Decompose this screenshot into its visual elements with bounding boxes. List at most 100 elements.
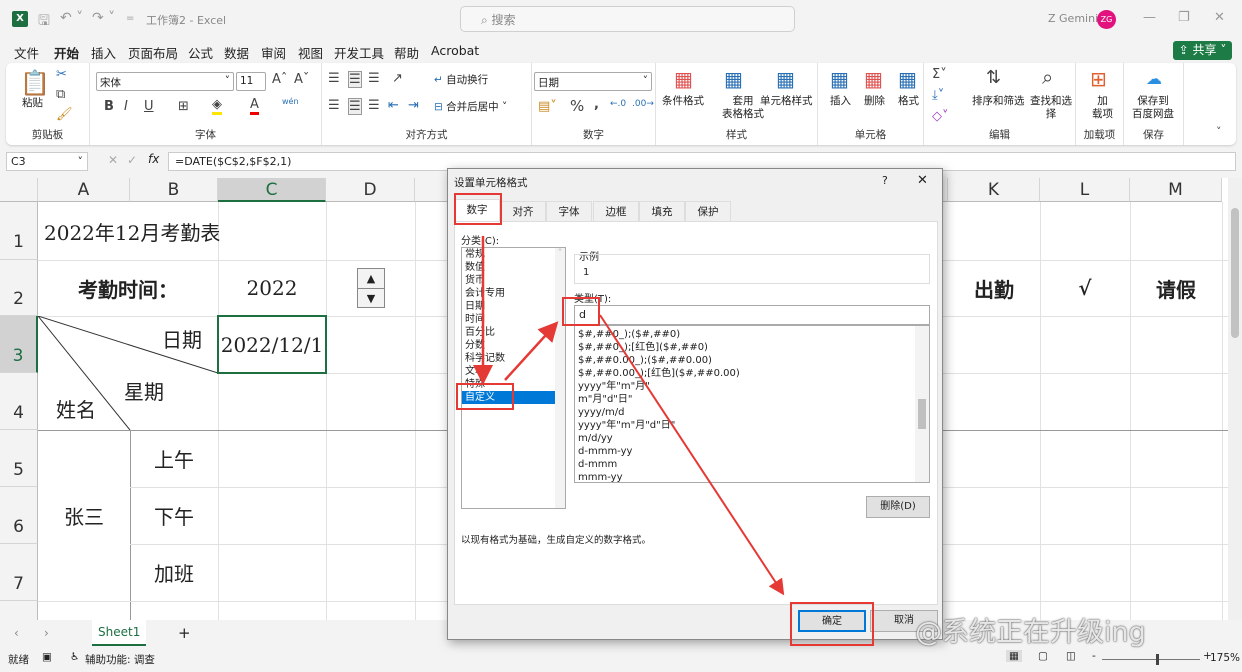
select-all[interactable]	[0, 178, 38, 202]
border-icon[interactable]: ⊞	[178, 99, 189, 114]
cut-icon[interactable]: ✂	[56, 67, 67, 82]
decrease-font-icon[interactable]: Aˇ	[294, 72, 309, 87]
category-list[interactable]: 常规 数值 货币 会计专用 日期 时间 百分比 分数 科学记数 文本 特殊 自定义 ˄	[461, 247, 566, 509]
category-item[interactable]: 特殊	[462, 378, 565, 391]
merge-center-button[interactable]: ⊟ 合并后居中 ˅	[434, 101, 507, 114]
row-header-8[interactable]	[0, 601, 38, 620]
row-header-2[interactable]: 2	[0, 260, 38, 316]
increase-indent-icon[interactable]: ⇥	[408, 98, 419, 113]
fill-color-icon[interactable]: ◈	[212, 97, 222, 115]
category-item[interactable]: 百分比	[462, 326, 565, 339]
clear-icon[interactable]: ◇˅	[932, 109, 949, 124]
cell-l2[interactable]: √	[1040, 260, 1130, 316]
row-header-7[interactable]: 7	[0, 544, 38, 601]
format-item[interactable]: $#,##0.00_);[红色]($#,##0.00)	[575, 367, 929, 380]
spin-down-icon[interactable]: ▼	[358, 289, 384, 308]
cell-b6[interactable]: 下午	[130, 487, 218, 544]
italic-button[interactable]: I	[124, 99, 128, 114]
category-item[interactable]: 文本	[462, 365, 565, 378]
type-input[interactable]: d	[574, 305, 930, 325]
cell-a1-title[interactable]: 2022年12月考勤表	[40, 202, 320, 260]
cell-m2[interactable]: 请假	[1130, 260, 1222, 316]
accounting-format-icon[interactable]: ▤˅	[538, 99, 557, 114]
row-header-3[interactable]: 3	[0, 316, 38, 373]
category-item[interactable]: 数值	[462, 261, 565, 274]
row-header-5[interactable]: 5	[0, 430, 38, 487]
category-item[interactable]: 时间	[462, 313, 565, 326]
vertical-scrollbar[interactable]	[1228, 178, 1242, 620]
tab-help[interactable]: 帮助	[394, 43, 419, 62]
column-header-a[interactable]: A	[38, 178, 130, 202]
phonetic-icon[interactable]: wén	[282, 97, 299, 106]
format-cells-button[interactable]: 格式	[898, 95, 919, 108]
category-item[interactable]: 自定义	[462, 391, 565, 404]
normal-view-icon[interactable]: ▦	[1006, 650, 1022, 662]
format-item[interactable]: m"月"d"日"	[575, 393, 929, 406]
tab-review[interactable]: 审阅	[261, 43, 286, 62]
row-header-6[interactable]: 6	[0, 487, 38, 544]
align-center-icon[interactable]: ☰	[348, 98, 362, 115]
comma-button[interactable]: ,	[594, 97, 599, 112]
save-icon[interactable]: 🖫	[38, 10, 50, 34]
prev-sheet-icon[interactable]: ‹	[14, 626, 19, 640]
align-bottom-icon[interactable]: ☰	[368, 71, 380, 86]
format-painter-icon[interactable]: 🖌	[56, 107, 73, 122]
decrease-indent-icon[interactable]: ⇤	[388, 98, 399, 113]
format-item[interactable]: yyyy/m/d	[575, 406, 929, 419]
tab-data[interactable]: 数据	[224, 43, 249, 62]
increase-font-icon[interactable]: Aˆ	[272, 72, 287, 87]
number-format-select[interactable]: 日期 ˅	[534, 72, 652, 91]
search-box[interactable]: ⌕ 搜索	[460, 6, 795, 32]
close-icon[interactable]: ✕	[1214, 10, 1225, 25]
accessibility-status[interactable]: 辅助功能: 调查	[85, 652, 155, 667]
format-item[interactable]: d-mmm-yy	[575, 445, 929, 458]
tab-developer[interactable]: 开发工具	[334, 43, 384, 62]
collapse-ribbon-icon[interactable]: ˅	[1216, 125, 1222, 138]
avatar[interactable]: ZG	[1097, 10, 1116, 29]
share-button[interactable]: ⇪ 共享 ˅	[1173, 41, 1232, 60]
paste-button[interactable]: 粘贴	[22, 97, 43, 110]
align-top-icon[interactable]: ☰	[328, 71, 340, 86]
insert-cells-button[interactable]: 插入	[830, 95, 851, 108]
format-item[interactable]: yyyy"年"m"月"d"日"	[575, 419, 929, 432]
align-right-icon[interactable]: ☰	[368, 98, 380, 113]
cell-k2[interactable]: 出勤	[948, 260, 1040, 316]
find-select-button[interactable]: 查找和选择	[1027, 95, 1075, 121]
zoom-out-icon[interactable]: -	[1092, 650, 1096, 662]
cell-c3-selected[interactable]: 2022/12/1	[217, 315, 327, 374]
tab-border[interactable]: 边框	[593, 201, 639, 221]
column-header-c[interactable]: C	[218, 178, 326, 202]
category-item[interactable]: 常规	[462, 248, 565, 261]
tab-protection[interactable]: 保护	[685, 201, 731, 221]
format-list[interactable]: $#,##0_);($#,##0) $#,##0_);[红色]($#,##0) $#…	[574, 325, 930, 483]
format-item[interactable]: $#,##0_);[红色]($#,##0)	[575, 341, 929, 354]
format-item[interactable]: mmm-yy	[575, 471, 929, 482]
column-header-m[interactable]: M	[1130, 178, 1222, 202]
tab-formulas[interactable]: 公式	[188, 43, 213, 62]
row-header-1[interactable]: 1	[0, 202, 38, 260]
copy-icon[interactable]: ⧉	[56, 87, 65, 102]
increase-decimal-icon[interactable]: ←.0	[610, 99, 626, 109]
format-item[interactable]: yyyy"年"m"月"	[575, 380, 929, 393]
wrap-text-button[interactable]: ↵ 自动换行	[434, 74, 488, 87]
cell-b5[interactable]: 上午	[130, 430, 218, 487]
save-baidu-button[interactable]: 保存到 百度网盘	[1132, 95, 1174, 121]
column-header-k[interactable]: K	[948, 178, 1040, 202]
font-name-select[interactable]: 宋体 ˅	[96, 72, 234, 91]
row-header-4[interactable]: 4	[0, 373, 38, 430]
cell-a2[interactable]: 考勤时间：	[38, 260, 218, 316]
tab-page-layout[interactable]: 页面布局	[128, 43, 178, 62]
format-scrollbar[interactable]	[915, 326, 929, 482]
name-box[interactable]: C3 ˅	[6, 152, 88, 171]
align-left-icon[interactable]: ☰	[328, 98, 340, 113]
page-layout-view-icon[interactable]: ▢	[1038, 650, 1048, 662]
paste-icon[interactable]: 📋	[20, 69, 50, 97]
font-color-icon[interactable]: A	[250, 97, 259, 115]
zoom-level[interactable]: 175%	[1210, 652, 1240, 664]
category-item[interactable]: 科学记数	[462, 352, 565, 365]
macro-record-icon[interactable]: ▣	[42, 651, 52, 663]
format-item[interactable]: $#,##0_);($#,##0)	[575, 328, 929, 341]
conditional-format-button[interactable]: 条件格式	[662, 95, 704, 108]
sheet-tab-sheet1[interactable]: Sheet1	[92, 620, 147, 646]
format-item[interactable]: m/d/yy	[575, 432, 929, 445]
